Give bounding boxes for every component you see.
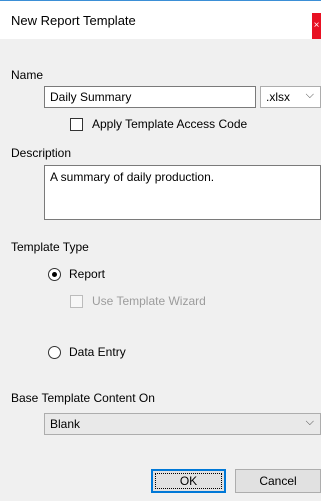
description-textarea[interactable]: A summary of daily production. xyxy=(44,165,321,220)
data-entry-radio[interactable] xyxy=(48,346,61,359)
access-code-label: Apply Template Access Code xyxy=(92,117,248,131)
new-report-template-dialog: New Report Template × Name Daily Summary… xyxy=(0,0,321,501)
extension-value: .xlsx xyxy=(266,90,290,104)
chevron-down-icon: ⌵ xyxy=(305,89,314,101)
close-button[interactable]: × xyxy=(312,13,321,39)
template-wizard-checkbox[interactable] xyxy=(70,295,83,308)
report-radio-label: Report xyxy=(69,267,106,281)
close-icon: × xyxy=(313,20,320,31)
title-bar: New Report Template × xyxy=(0,0,321,39)
chevron-down-icon: ⌵ xyxy=(305,416,314,428)
base-content-label: Base Template Content On xyxy=(11,391,155,405)
focus-rectangle xyxy=(155,473,222,489)
ok-button[interactable]: OK xyxy=(151,469,226,493)
cancel-button[interactable]: Cancel xyxy=(235,469,321,493)
data-entry-radio-label: Data Entry xyxy=(69,345,126,359)
name-label: Name xyxy=(11,68,44,82)
access-code-checkbox[interactable] xyxy=(70,118,83,131)
radio-selected-dot xyxy=(52,272,57,277)
description-value: A summary of daily production. xyxy=(50,170,215,184)
template-name-input[interactable]: Daily Summary xyxy=(44,86,256,108)
cancel-button-label: Cancel xyxy=(259,474,297,488)
base-content-select[interactable]: Blank ⌵ xyxy=(44,413,321,435)
template-wizard-label: Use Template Wizard xyxy=(92,294,206,308)
report-radio[interactable] xyxy=(48,268,61,281)
base-content-value: Blank xyxy=(50,417,81,431)
extension-select[interactable]: .xlsx ⌵ xyxy=(260,86,321,108)
dialog-title: New Report Template xyxy=(11,13,136,28)
description-label: Description xyxy=(11,146,72,160)
template-type-label: Template Type xyxy=(11,240,89,254)
template-name-value: Daily Summary xyxy=(50,90,132,104)
